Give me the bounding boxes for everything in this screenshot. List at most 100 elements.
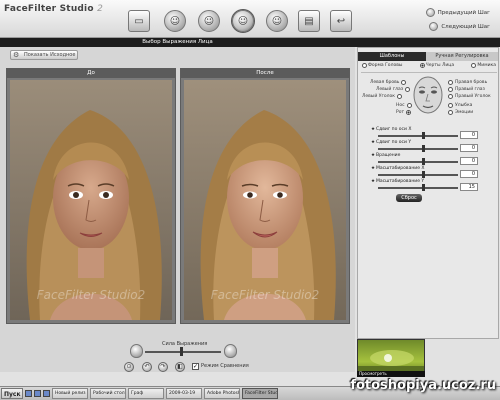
tab-bar: Шаблоны Ручная Регулировка bbox=[358, 52, 498, 61]
face-icon[interactable]: ☺ bbox=[198, 10, 220, 32]
param-label: Масштабирование X bbox=[376, 166, 425, 171]
param-label: Вращение bbox=[376, 153, 401, 158]
param-slider-thumb[interactable] bbox=[422, 184, 425, 191]
param-slider[interactable] bbox=[378, 161, 458, 163]
param-label: Масштабирование Y bbox=[376, 179, 425, 184]
option-left-corner[interactable]: Левый Уголок bbox=[362, 94, 402, 99]
quicklaunch-icon[interactable] bbox=[34, 390, 41, 397]
neutral-face-icon[interactable] bbox=[130, 344, 143, 358]
smile-face-icon[interactable] bbox=[224, 344, 237, 358]
param-slider-thumb[interactable] bbox=[422, 145, 425, 152]
app-title: FaceFilter Studio 2 bbox=[4, 4, 103, 14]
preview-label: Просмотреть bbox=[357, 371, 425, 377]
face-icon[interactable]: ☺ bbox=[231, 9, 255, 33]
param-slider-thumb[interactable] bbox=[422, 132, 425, 139]
option-left-brow[interactable]: Левая бровь bbox=[370, 80, 407, 85]
reset-button[interactable]: Сброс bbox=[396, 194, 422, 202]
taskbar-task[interactable]: Новый релиз bbox=[52, 388, 88, 399]
print-icon[interactable]: ▤ bbox=[298, 10, 320, 32]
after-title: После bbox=[181, 69, 349, 78]
app-version: 2 bbox=[97, 4, 104, 14]
taskbar-task[interactable]: Граф bbox=[128, 388, 164, 399]
compare-checkbox[interactable]: ✓ bbox=[192, 363, 199, 370]
face-map-icon bbox=[413, 76, 443, 114]
option-smile[interactable]: Улыбка bbox=[448, 103, 472, 108]
before-photo: FaceFilter Studio2 bbox=[10, 80, 172, 320]
param-value-field[interactable]: 0 bbox=[460, 131, 478, 139]
taskbar-task[interactable]: FaceFilter Studio bbox=[242, 388, 278, 399]
before-title: До bbox=[7, 69, 175, 78]
next-step-label: Следующий Шаг bbox=[441, 23, 490, 30]
param-value-field[interactable]: 0 bbox=[460, 170, 478, 178]
face-icon[interactable]: ☺ bbox=[164, 10, 186, 32]
param-slider[interactable] bbox=[378, 135, 458, 137]
right-panel: Шаблоны Ручная Регулировка Форма Головы … bbox=[357, 47, 499, 339]
after-watermark: FaceFilter Studio2 bbox=[210, 288, 320, 302]
show-original-button[interactable]: ⚙ Показать Исходное bbox=[10, 50, 78, 60]
option-right-corner[interactable]: Правый Уголок bbox=[448, 94, 491, 99]
taskbar-task[interactable]: Adobe Photoshop bbox=[204, 388, 240, 399]
show-original-label: Показать Исходное bbox=[24, 52, 76, 58]
radio-head-shape[interactable]: Форма Головы bbox=[362, 63, 402, 68]
option-right-eye[interactable]: Правый глаз bbox=[448, 87, 485, 92]
star-icon: ★ bbox=[371, 166, 376, 171]
forward-arrow-icon bbox=[429, 22, 439, 31]
redo-icon[interactable]: ↷ bbox=[158, 362, 168, 372]
param-value-field[interactable]: 15 bbox=[460, 183, 478, 191]
fit-icon[interactable]: ◧ bbox=[175, 362, 185, 372]
param-slider[interactable] bbox=[378, 174, 458, 176]
compare-checkbox-label: Режим Сравнения bbox=[201, 363, 249, 369]
site-watermark: fotoshopiya.ucoz.ru bbox=[350, 378, 496, 393]
prev-step-button[interactable]: Предыдущий Шаг bbox=[425, 8, 490, 17]
param-label: Сдвиг по оси Y bbox=[376, 140, 412, 145]
task-list: Новый релиз Рабочий стол Граф 2009-03-19 Ado… bbox=[52, 388, 278, 399]
after-photo: FaceFilter Studio2 bbox=[184, 80, 346, 320]
app-window: FaceFilter Studio 2 ▭ ☺ ☺ ☺ ☺ ▤ ↩ Предыд… bbox=[0, 0, 500, 400]
star-icon: ★ bbox=[371, 153, 376, 158]
star-icon: ★ bbox=[371, 179, 376, 184]
folder-icon[interactable]: ▭ bbox=[128, 10, 150, 32]
param-slider[interactable] bbox=[378, 148, 458, 150]
param-row: ★ Масштабирование X 0 bbox=[371, 166, 500, 179]
taskbar-task[interactable]: Рабочий стол bbox=[90, 388, 126, 399]
param-value-field[interactable]: 0 bbox=[460, 157, 478, 165]
section-header-right bbox=[355, 38, 500, 47]
quicklaunch-icon[interactable] bbox=[43, 390, 50, 397]
undo-icon[interactable]: ↶ bbox=[142, 362, 152, 372]
param-slider-thumb[interactable] bbox=[422, 171, 425, 178]
start-button[interactable]: Пуск bbox=[1, 388, 23, 399]
expression-slider[interactable] bbox=[145, 351, 221, 353]
radio-expression[interactable]: Мимика bbox=[471, 63, 496, 68]
prev-step-label: Предыдущий Шаг bbox=[437, 9, 490, 16]
param-label: Сдвиг по оси X bbox=[376, 127, 412, 132]
quicklaunch-icon[interactable] bbox=[25, 390, 32, 397]
param-value-field[interactable]: 0 bbox=[460, 144, 478, 152]
zoom-icon[interactable]: ⊙ bbox=[124, 362, 134, 372]
option-mouth[interactable]: Рот bbox=[396, 110, 412, 115]
param-row: ★ Сдвиг по оси X 0 bbox=[371, 127, 500, 140]
next-step-button[interactable]: Следующий Шаг bbox=[429, 22, 490, 31]
taskbar-task[interactable]: 2009-03-19 bbox=[166, 388, 202, 399]
param-slider[interactable] bbox=[378, 187, 458, 189]
star-icon: ★ bbox=[371, 140, 376, 145]
toolbar: FaceFilter Studio 2 ▭ ☺ ☺ ☺ ☺ ▤ ↩ Предыд… bbox=[0, 0, 500, 38]
expression-slider-thumb[interactable] bbox=[180, 347, 183, 356]
tab-manual[interactable]: Ручная Регулировка bbox=[426, 52, 498, 61]
divider bbox=[361, 72, 497, 73]
radio-features[interactable]: Черты Лица bbox=[419, 63, 454, 68]
expression-strength-label: Сила Выражения bbox=[162, 341, 208, 347]
option-left-eye[interactable]: Левый глаз bbox=[376, 87, 411, 92]
gear-icon: ⚙ bbox=[13, 51, 20, 59]
before-panel: До FaceFilter Studio2 bbox=[6, 68, 176, 324]
param-row: ★ Вращение 0 bbox=[371, 153, 500, 166]
section-title: Выбор Выражения Лица bbox=[0, 38, 355, 47]
face-icon[interactable]: ☺ bbox=[266, 10, 288, 32]
option-emotions[interactable]: Эмоции bbox=[448, 110, 473, 115]
tab-templates[interactable]: Шаблоны bbox=[358, 52, 426, 61]
star-icon: ★ bbox=[371, 127, 376, 132]
param-row: ★ Сдвиг по оси Y 0 bbox=[371, 140, 500, 153]
export-icon[interactable]: ↩ bbox=[330, 10, 352, 32]
back-arrow-icon bbox=[425, 8, 435, 17]
param-slider-thumb[interactable] bbox=[422, 158, 425, 165]
option-right-brow[interactable]: Правая бровь bbox=[448, 80, 487, 85]
